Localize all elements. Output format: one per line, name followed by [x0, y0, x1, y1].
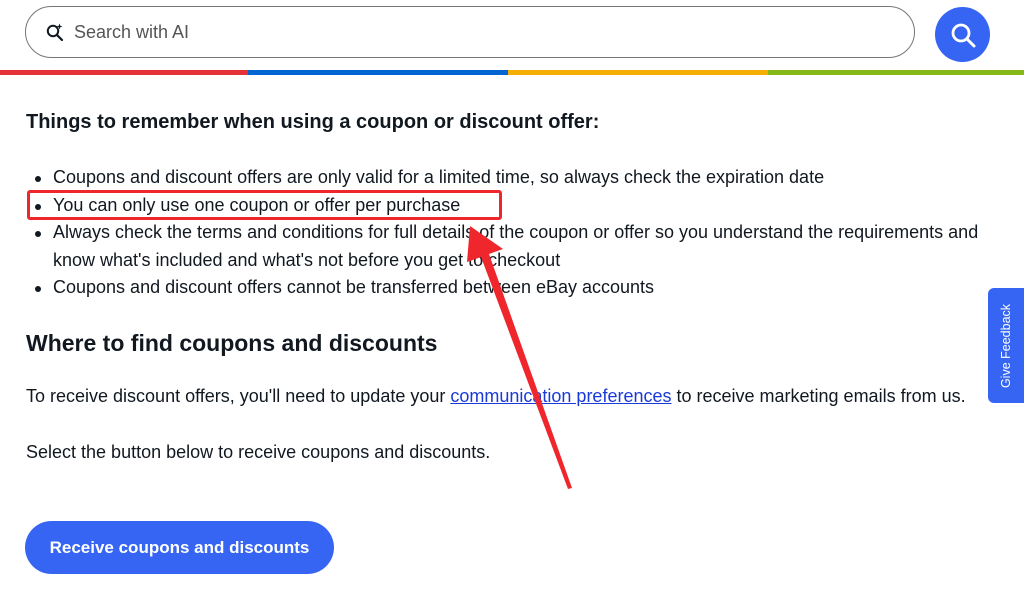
receive-coupons-button[interactable]: Receive coupons and discounts: [25, 521, 334, 574]
select-paragraph: Select the button below to receive coupo…: [26, 442, 491, 462]
search-bar[interactable]: [25, 6, 915, 58]
tips-list: Coupons and discount offers are only val…: [26, 164, 986, 302]
stripe-segment-yellow: [508, 70, 768, 75]
give-feedback-tab[interactable]: Give Feedback: [988, 288, 1024, 403]
annotation-highlight-box: [27, 190, 502, 220]
search-button[interactable]: [935, 7, 990, 62]
tip-item: Coupons and discount offers are only val…: [26, 164, 986, 192]
remember-heading: Things to remember when using a coupon o…: [26, 111, 600, 133]
search-icon: [951, 23, 975, 47]
where-heading: Where to find coupons and discounts: [26, 330, 438, 356]
stripe-segment-red: [0, 70, 248, 75]
ai-search-icon: [44, 21, 66, 43]
give-feedback-label: Give Feedback: [999, 303, 1013, 388]
stripe-segment-green: [768, 70, 1024, 75]
stripe-segment-blue: [248, 70, 508, 75]
tip-item: Coupons and discount offers cannot be tr…: [26, 274, 986, 302]
annotation-arrow: [467, 226, 572, 489]
receive-text-after: to receive marketing emails from us.: [671, 386, 966, 406]
receive-text-before: To receive discount offers, you'll need …: [26, 386, 451, 406]
tip-item: Always check the terms and conditions fo…: [26, 219, 986, 274]
communication-preferences-link[interactable]: communication preferences: [450, 386, 671, 406]
search-input[interactable]: [72, 20, 876, 44]
receive-paragraph: To receive discount offers, you'll need …: [26, 386, 966, 407]
